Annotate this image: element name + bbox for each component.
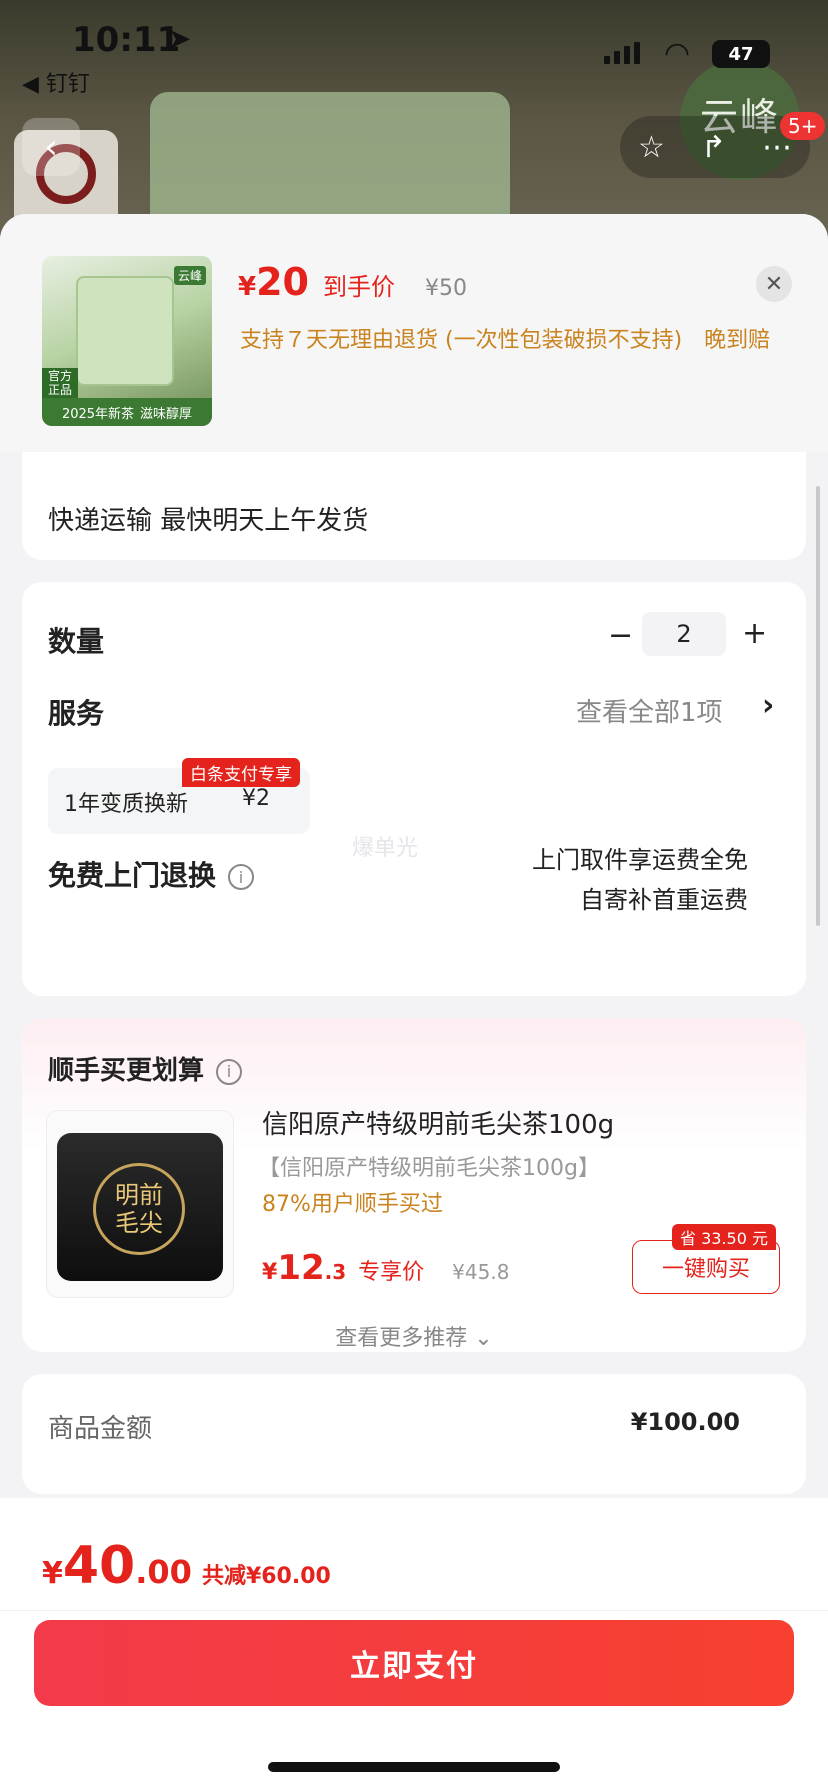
recommend-price-label: 专享价 xyxy=(358,1260,425,1285)
goods-amount-value: ¥100.00 xyxy=(630,1408,740,1436)
final-price-label: 到手价 xyxy=(322,273,395,301)
service-option-name: 1年变质换新 xyxy=(64,792,188,817)
goods-amount-label: 商品金额 xyxy=(48,1414,153,1444)
thumb-brand: 云峰 xyxy=(173,266,206,285)
thumb-official-tag: 官方正品 xyxy=(42,368,78,398)
amount-card: 商品金额 ¥100.00 xyxy=(22,1374,806,1494)
quantity-increase-button[interactable]: + xyxy=(742,616,767,651)
return-policy-note: 支持７天无理由退货 (一次性包装破损不支持) 晚到赔 xyxy=(240,328,771,353)
recommend-card: 顺手买更划算 i 明前 毛尖 信阳原产特级明前毛尖茶100g 【信阳原产特级明前毛… xyxy=(22,1018,806,1352)
divider xyxy=(0,1610,828,1611)
service-option-price: ¥2 xyxy=(242,786,270,811)
product-header: 云峰 官方正品 2025年新茶 滋味醇厚 ¥ 20 到手价 ¥50 支持７天无理… xyxy=(0,214,828,452)
chevron-right-icon[interactable]: › xyxy=(762,688,774,723)
product-price-row: ¥ 20 到手价 ¥50 xyxy=(238,260,467,304)
product-thumbnail: 云峰 官方正品 2025年新茶 滋味醇厚 xyxy=(42,256,212,426)
tea-can-seal: 明前 毛尖 xyxy=(93,1163,185,1255)
status-bar: 10:11 ➤ ◀ 钉钉 ◠ 47 xyxy=(0,0,828,100)
info-icon[interactable]: i xyxy=(228,864,255,890)
recommend-price-row: ¥ 12 .3 专享价 ¥45.8 xyxy=(262,1248,510,1288)
checkout-bar: ¥ 40 .00 共减¥60.00 立即支付 xyxy=(0,1498,828,1792)
service-label: 服务 xyxy=(48,697,105,730)
wifi-icon: ◠ xyxy=(664,36,691,71)
back-button[interactable]: ‹ xyxy=(22,118,80,176)
status-time: 10:11 xyxy=(72,20,181,60)
free-return-note: 上门取件享运费全免 自寄补首重运费 xyxy=(532,846,748,914)
recommend-title: 顺手买更划算 i xyxy=(48,1050,243,1087)
home-indicator[interactable] xyxy=(268,1762,560,1772)
star-icon[interactable]: ☆ xyxy=(638,130,665,165)
total-integer: 40 xyxy=(62,1536,136,1596)
total-price: ¥ 40 .00 共减¥60.00 xyxy=(42,1536,331,1596)
shipping-text: 快递运输 最快明天上午发货 xyxy=(48,506,369,536)
recommend-product-sku: 【信阳原产特级明前毛尖茶100g】 xyxy=(258,1156,600,1181)
battery-icon: 47 xyxy=(712,40,770,68)
recommend-original-price: ¥45.8 xyxy=(452,1260,510,1284)
view-all-services-link[interactable]: 查看全部1项 xyxy=(576,692,723,729)
baitiao-exclusive-badge: 白条支付专享 xyxy=(182,758,300,787)
share-icon[interactable]: ↱ xyxy=(701,130,726,165)
thumb-bottom-tag: 2025年新茶 滋味醇厚 xyxy=(42,398,212,426)
price-symbol: ¥ xyxy=(238,272,257,302)
options-card: 数量 − 2 + 服务 查看全部1项 › 1年变质换新 ¥2 白条支付专享 爆单… xyxy=(22,582,806,996)
location-arrow-icon: ➤ xyxy=(168,22,192,55)
quantity-decrease-button[interactable]: − xyxy=(608,618,633,653)
pay-now-button[interactable]: 立即支付 xyxy=(34,1620,794,1706)
recommend-bought-rate: 87%用户顺手买过 xyxy=(262,1192,443,1217)
free-return-label: 免费上门退换 i xyxy=(48,854,255,894)
recommend-price: 12 xyxy=(277,1248,325,1288)
more-recommendations-link[interactable]: 查看更多推荐 ⌄ xyxy=(22,1320,806,1352)
final-price: 20 xyxy=(256,260,309,304)
total-decimal: .00 xyxy=(135,1553,192,1591)
message-count-badge: 5+ xyxy=(780,112,826,140)
scrollbar[interactable] xyxy=(816,486,820,926)
back-to-app-link[interactable]: ◀ 钉钉 xyxy=(22,66,90,98)
watermark-text: 爆单光 xyxy=(352,836,419,861)
total-reduction: 共减¥60.00 xyxy=(201,1564,331,1589)
recommend-product-image[interactable]: 明前 毛尖 xyxy=(46,1110,234,1298)
close-icon[interactable]: ✕ xyxy=(756,266,792,302)
info-icon[interactable]: i xyxy=(216,1058,243,1085)
quantity-input[interactable]: 2 xyxy=(642,612,726,656)
chevron-down-icon: ⌄ xyxy=(474,1326,493,1351)
original-price: ¥50 xyxy=(424,276,467,301)
savings-badge: 省 33.50 元 xyxy=(672,1224,776,1250)
quantity-label: 数量 xyxy=(48,625,105,658)
recommend-product-name[interactable]: 信阳原产特级明前毛尖茶100g xyxy=(262,1104,614,1141)
signal-icon xyxy=(604,42,640,64)
